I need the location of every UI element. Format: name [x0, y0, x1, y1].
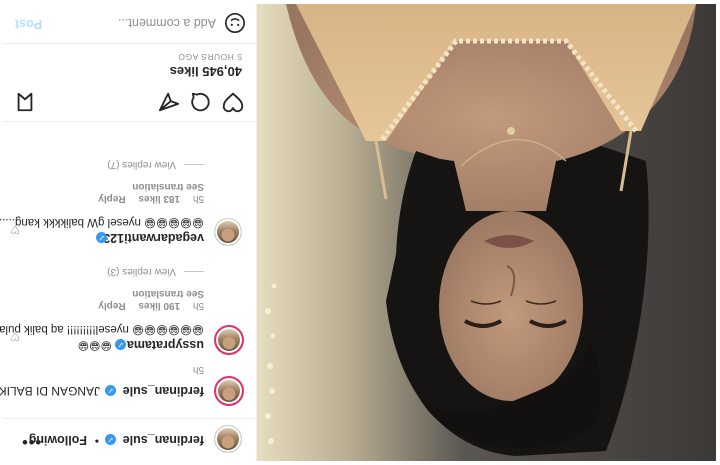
bookmark-icon[interactable] [14, 91, 36, 113]
comment-username[interactable]: vegadarwanti123 [103, 231, 204, 245]
verified-badge-icon: ✓ [105, 385, 116, 396]
caption-block: ferdinan_sule ✓ JANGAN DI BALIK YA 5h [0, 346, 256, 406]
comment-reply-button[interactable]: Reply [98, 300, 125, 311]
add-comment-bar: Post [3, 4, 256, 44]
caption-age: 5h [192, 364, 204, 375]
action-bar [3, 84, 256, 122]
more-options-icon[interactable]: ••• [21, 432, 41, 450]
comment-likes[interactable]: 183 likes [138, 193, 180, 204]
header-separator: • [94, 434, 99, 448]
view-replies-link[interactable]: View replies (7) [107, 159, 204, 170]
instagram-post-view: ferdinan_sule ✓ • Following ••• ferdinan… [0, 0, 720, 465]
see-translation-link[interactable]: See translation [132, 181, 204, 192]
view-replies-link[interactable]: View replies (3) [107, 266, 204, 277]
comment-age: 5h [192, 193, 204, 204]
likes-count[interactable]: 40,945 likes [170, 64, 242, 79]
comment-text: 😁😁😁😁😁😁 nyesel!!!!!!!!! aq balik pulak [0, 323, 204, 335]
share-icon[interactable] [158, 91, 180, 113]
caption-avatar[interactable] [214, 376, 244, 406]
comment-meta: 5h 183 likes Reply [98, 193, 204, 204]
post-timestamp: 5 HOURS AGO [177, 52, 242, 62]
verified-badge-icon: ✓ [96, 232, 107, 243]
view-replies-label: View replies (7) [107, 159, 176, 170]
comment-item: ussypratama ✓ 😁😁😁 😁😁😁😁😁😁 nyesel!!!!!!!!!… [0, 255, 256, 355]
comment-item: vegadarwanti123 ✓ 😁😁😁😁😁 nyesel gW balikk… [0, 148, 256, 248]
comment-text: 😁😁😁😁😁 nyesel gW balikkkk kang........ [0, 216, 204, 228]
post-header: ferdinan_sule ✓ • Following ••• [3, 418, 256, 461]
caption-username[interactable]: ferdinan_sule [123, 384, 204, 398]
post-side-panel: ferdinan_sule ✓ • Following ••• ferdinan… [0, 4, 257, 461]
comment-like-heart-icon[interactable]: ♡ [10, 223, 20, 236]
emoji-icon[interactable] [224, 12, 246, 34]
see-translation-link[interactable]: See translation [132, 288, 204, 299]
replies-divider [184, 164, 204, 166]
replies-divider [184, 271, 204, 273]
comment-avatar[interactable] [214, 218, 242, 246]
heart-icon[interactable] [222, 91, 244, 113]
post-comment-button[interactable]: Post [15, 17, 42, 31]
comment-avatar[interactable] [214, 325, 244, 355]
verified-badge-icon: ✓ [105, 434, 116, 445]
comment-age: 5h [192, 300, 204, 311]
verified-badge-icon: ✓ [115, 339, 126, 350]
author-avatar[interactable] [214, 425, 242, 453]
comment-reply-button[interactable]: Reply [98, 193, 125, 204]
post-photo[interactable] [257, 4, 716, 461]
comment-text-emoji: 😁😁😁 [77, 339, 112, 351]
view-replies-label: View replies (3) [107, 266, 176, 277]
comment-like-heart-icon[interactable]: ♡ [10, 330, 20, 343]
comment-username[interactable]: ussypratama [127, 338, 204, 352]
comment-icon[interactable] [190, 91, 212, 113]
comment-input[interactable] [66, 13, 216, 33]
post-photo-image [257, 4, 716, 461]
author-username[interactable]: ferdinan_sule [123, 433, 204, 447]
comment-likes[interactable]: 190 likes [138, 300, 180, 311]
caption-text: JANGAN DI BALIK YA [0, 384, 100, 398]
comment-meta: 5h 190 likes Reply [98, 300, 204, 311]
